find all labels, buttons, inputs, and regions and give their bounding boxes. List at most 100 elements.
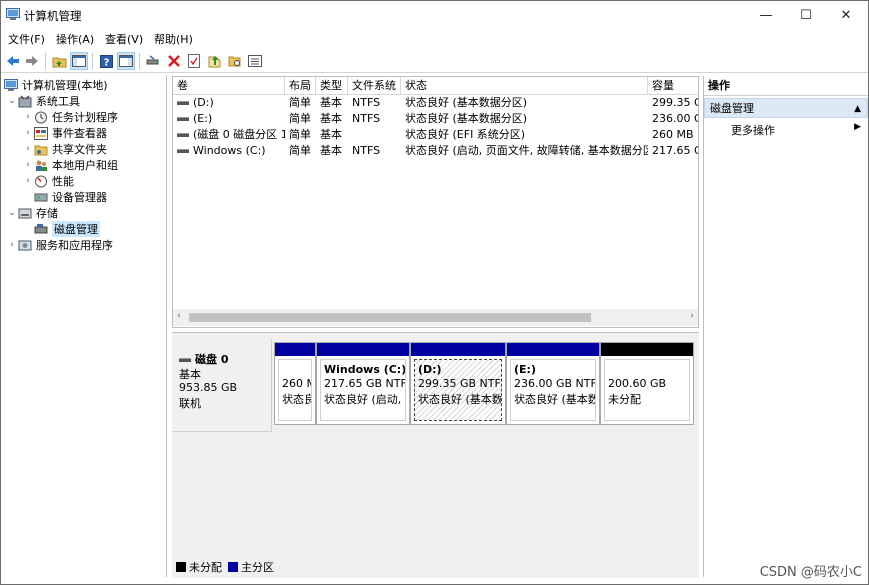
tree-root[interactable]: 计算机管理(本地): [4, 77, 108, 93]
up-level-button[interactable]: [50, 52, 68, 70]
export-button[interactable]: [205, 52, 223, 70]
partition-bar: [275, 343, 315, 356]
tree-item-shared-folders[interactable]: › 共享文件夹: [22, 141, 107, 157]
back-button[interactable]: [4, 52, 22, 70]
scroll-right-icon[interactable]: ›: [690, 311, 694, 321]
show-action-pane-button[interactable]: [117, 52, 135, 70]
column-type[interactable]: 类型: [316, 77, 348, 95]
tools-icon: [18, 94, 32, 107]
expand-right-icon[interactable]: ›: [22, 144, 34, 154]
partition-c[interactable]: Windows (C:) 217.65 GB NTFS 状态良好 (启动, 页: [316, 342, 410, 425]
menu-file[interactable]: 文件(F): [8, 31, 45, 47]
column-filesystem[interactable]: 文件系统: [348, 77, 401, 95]
menu-bar: 文件(F) 操作(A) 查看(V) 帮助(H): [1, 29, 868, 48]
tree-item-system-tools[interactable]: ⌄ 系统工具: [6, 93, 80, 109]
table-row[interactable]: (E:) 简单 基本 NTFS 状态良好 (基本数据分区) 236.00 G: [173, 111, 698, 127]
column-layout[interactable]: 布局: [285, 77, 316, 95]
collapse-up-icon[interactable]: ▲: [854, 99, 861, 119]
back-arrow-icon: [7, 56, 19, 66]
scroll-left-icon[interactable]: ‹: [177, 311, 181, 321]
tree-item-storage[interactable]: ⌄ 存储: [6, 205, 58, 221]
disk-state: 联机: [179, 397, 201, 410]
cell-volume: (磁盘 0 磁盘分区 1): [173, 127, 285, 143]
expand-right-icon[interactable]: ›: [6, 240, 18, 250]
tree-item-label: 存储: [36, 207, 58, 220]
table-row[interactable]: (磁盘 0 磁盘分区 1) 简单 基本 状态良好 (EFI 系统分区) 260 …: [173, 127, 698, 143]
tree-item-disk-management[interactable]: 磁盘管理: [22, 221, 100, 237]
export-icon: [208, 56, 220, 68]
partition-size: 200.60 GB: [608, 377, 667, 390]
tree-item-label: 本地用户和组: [52, 159, 118, 172]
partition-e[interactable]: (E:) 236.00 GB NTFS 状态良好 (基本数: [506, 342, 600, 425]
horizontal-scrollbar[interactable]: ‹ ›: [173, 309, 698, 326]
partition-status: 状态良好 (基本数: [514, 393, 596, 406]
search-folder-button[interactable]: [226, 52, 244, 70]
tree-item-services-apps[interactable]: › 服务和应用程序: [6, 237, 113, 253]
partition-body: Windows (C:) 217.65 GB NTFS 状态良好 (启动, 页: [320, 359, 406, 421]
show-console-tree-button[interactable]: [70, 52, 88, 70]
forward-button[interactable]: [23, 52, 41, 70]
properties-icon: [119, 55, 133, 67]
search-folder-icon: [228, 56, 241, 67]
tree-item-event-viewer[interactable]: › 事件查看器: [22, 125, 107, 141]
tree-item-performance[interactable]: › 性能: [22, 173, 74, 189]
actions-header: 操作: [704, 76, 868, 96]
tree-item-label: 系统工具: [36, 95, 80, 108]
delete-button[interactable]: [165, 52, 183, 70]
table-row[interactable]: Windows (C:) 简单 基本 NTFS 状态良好 (启动, 页面文件, …: [173, 143, 698, 159]
expand-down-icon[interactable]: ⌄: [6, 208, 18, 218]
column-volume[interactable]: 卷: [173, 77, 285, 95]
partition-d[interactable]: (D:) 299.35 GB NTFS 状态良好 (基本数: [410, 342, 506, 425]
tree-root-label: 计算机管理(本地): [22, 79, 108, 92]
watermark: CSDN @码农小C: [759, 565, 862, 580]
tree-item-label: 事件查看器: [52, 127, 107, 140]
menu-view[interactable]: 查看(V): [105, 31, 143, 47]
actions-section-disk-management[interactable]: 磁盘管理 ▲: [704, 98, 868, 118]
partition-body: 260 M 状态良: [278, 359, 312, 421]
clock-icon: [35, 111, 47, 123]
cell-capacity: 236.00 G: [652, 112, 698, 125]
disk-type: 基本: [179, 368, 201, 381]
computer-management-icon: [4, 78, 18, 91]
table-row[interactable]: (D:) 简单 基本 NTFS 状态良好 (基本数据分区) 299.35 G: [173, 95, 698, 111]
expand-right-icon[interactable]: ›: [22, 176, 34, 186]
scrollbar-thumb[interactable]: [189, 313, 591, 322]
expand-down-icon[interactable]: ⌄: [6, 96, 18, 106]
partition-size: 236.00 GB NTFS: [514, 377, 596, 390]
partition-efi[interactable]: 260 M 状态良: [274, 342, 316, 425]
computer-management-window: 计算机管理 — ☐ ✕ 文件(F) 操作(A) 查看(V) 帮助(H) ? 计算…: [0, 0, 869, 585]
close-button[interactable]: ✕: [823, 1, 869, 29]
more-actions-item[interactable]: 更多操作: [731, 122, 775, 138]
expand-right-icon[interactable]: ›: [22, 112, 34, 122]
volume-list: 卷 布局 类型 文件系统 状态 容量 (D:) 简单 基本 NTFS 状态良好 …: [172, 76, 699, 328]
performance-icon: [35, 175, 47, 187]
tree-item-label: 服务和应用程序: [36, 239, 113, 252]
tree-item-task-scheduler[interactable]: › 任务计划程序: [22, 109, 118, 125]
expand-right-icon[interactable]: ›: [22, 160, 34, 170]
menu-action[interactable]: 操作(A): [56, 31, 94, 47]
column-status[interactable]: 状态: [401, 77, 648, 95]
list-view-button[interactable]: [246, 52, 264, 70]
menu-help[interactable]: 帮助(H): [154, 31, 193, 47]
device-manager-icon: [34, 193, 48, 201]
column-capacity[interactable]: 容量: [648, 77, 698, 95]
tree-item-device-manager[interactable]: 设备管理器: [22, 189, 107, 205]
connect-button[interactable]: [144, 52, 162, 70]
cell-type: 基本: [320, 112, 342, 125]
partition-unallocated[interactable]: 200.60 GB 未分配: [600, 342, 694, 425]
toolbar-separator: [92, 53, 93, 69]
partition-size: 260 M: [282, 377, 311, 390]
help-button[interactable]: ?: [97, 52, 115, 70]
partition-bar: [507, 343, 599, 356]
partition-name: (D:): [418, 363, 442, 376]
tree-item-label: 共享文件夹: [52, 143, 107, 156]
tree-item-local-users[interactable]: › 本地用户和组: [22, 157, 118, 173]
toolbar: ?: [1, 49, 868, 73]
disk-info[interactable]: 磁盘 0 基本 953.85 GB 联机: [172, 339, 272, 432]
expand-right-icon[interactable]: ›: [22, 128, 34, 138]
event-viewer-icon: [34, 126, 48, 140]
volume-icon: [177, 101, 189, 105]
tree-item-label: 性能: [52, 175, 74, 188]
submenu-arrow-icon[interactable]: ▶: [854, 122, 861, 132]
checklist-button[interactable]: [185, 52, 203, 70]
